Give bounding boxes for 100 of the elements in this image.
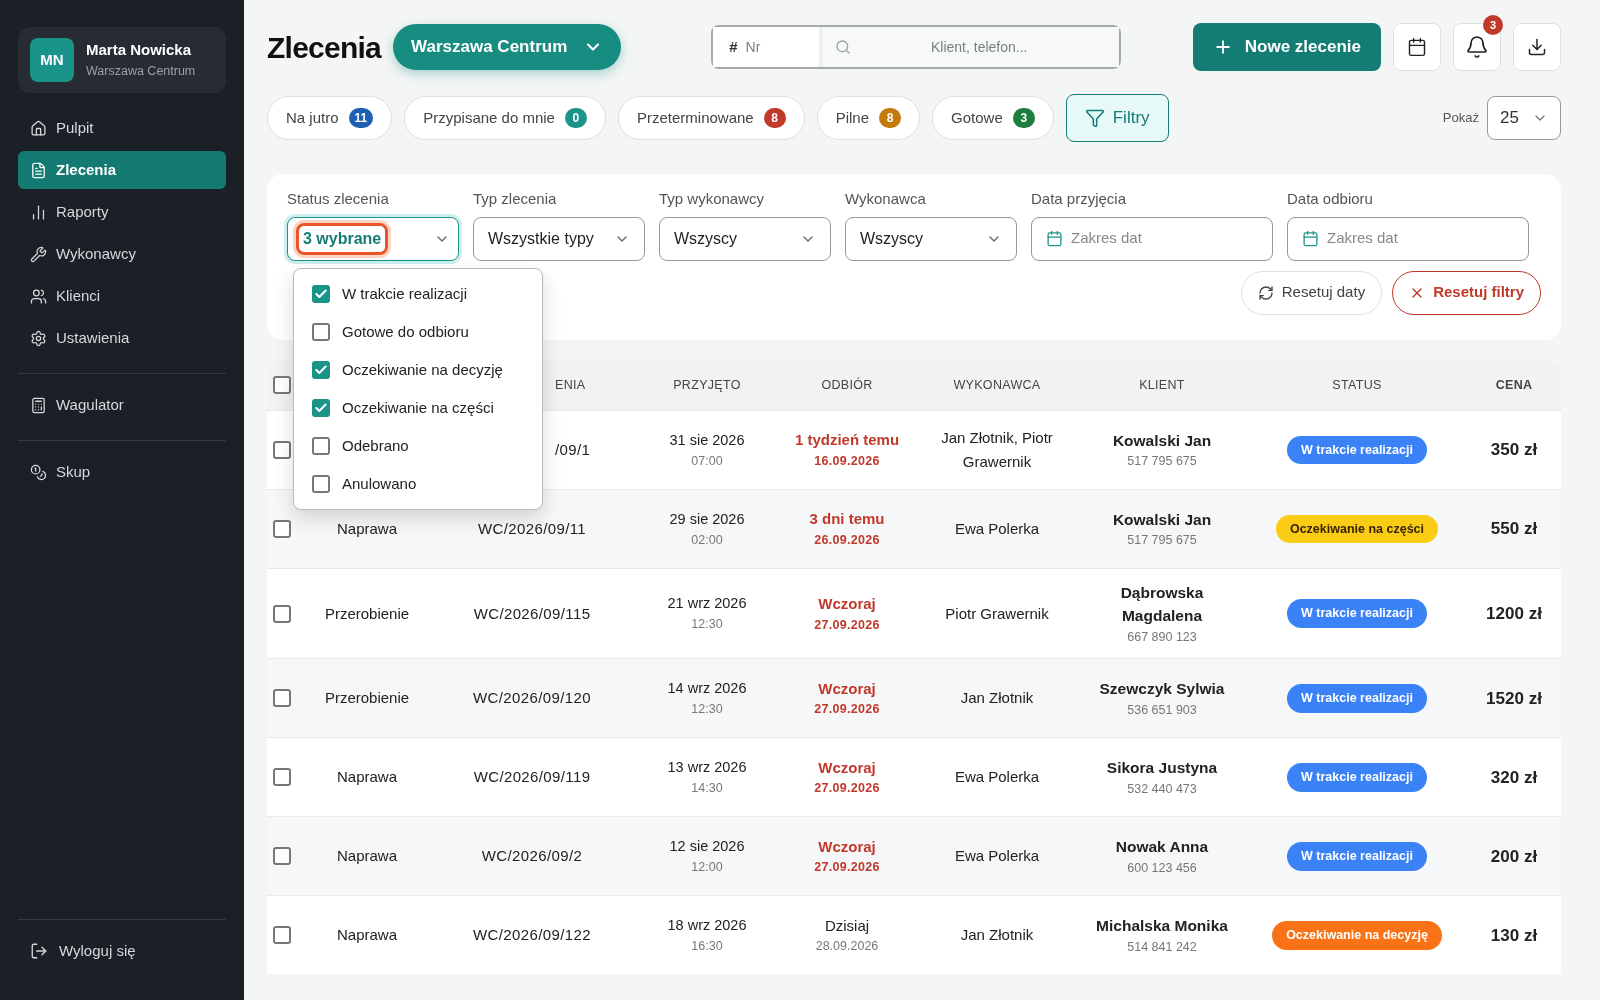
nav-item[interactable]: Pulpit — [18, 109, 226, 147]
filter-label: Typ zlecenia — [473, 189, 558, 209]
table-cell: 320 zł — [1490, 767, 1538, 787]
nav-item[interactable]: Klienci — [18, 277, 226, 315]
client-phone: 667 890 123 — [1127, 628, 1197, 646]
status-option[interactable]: Gotowe do odbioru — [294, 313, 542, 351]
checkbox[interactable] — [312, 437, 330, 455]
row-checkbox[interactable] — [273, 441, 291, 459]
checkbox[interactable] — [312, 323, 330, 341]
download-icon — [1527, 37, 1547, 57]
nav-item[interactable]: Wagulator — [18, 386, 226, 424]
document-icon — [30, 161, 47, 179]
table-cell: 200 zł — [1490, 846, 1538, 866]
number-placeholder: Nr — [745, 37, 761, 57]
status-badge: W trakcie realizacji — [1287, 435, 1427, 465]
row-checkbox[interactable] — [273, 604, 291, 623]
client-name: Kowalski Jan — [1112, 431, 1212, 451]
table-cell-text: 12:30 — [691, 700, 723, 718]
nav-item[interactable]: Ustawienia — [18, 319, 226, 357]
count-badge: 8 — [763, 108, 786, 128]
table-cell-text: 07:00 — [691, 452, 723, 470]
nav-item[interactable]: Skup — [18, 453, 226, 491]
checkbox[interactable] — [312, 475, 330, 493]
select-all-checkbox[interactable] — [273, 376, 291, 394]
filter-label: Typ wykonawcy — [659, 189, 766, 209]
checkbox[interactable] — [312, 285, 330, 303]
filter-select[interactable]: Wszystkie typy — [473, 216, 645, 261]
order-number-field[interactable]: # Nr — [713, 27, 824, 67]
wrench-icon — [30, 245, 47, 263]
count-badge: 8 — [879, 108, 902, 128]
filter-label: Data przyjęcia — [1031, 189, 1128, 209]
filter-label: Wykonawca — [845, 189, 927, 209]
status-option[interactable]: Odebrano — [294, 427, 542, 465]
column-header: WYKONAWCA — [953, 377, 1041, 392]
table-cell-text: Dzisiaj — [824, 915, 870, 936]
checkbox[interactable] — [312, 361, 330, 379]
location-selector[interactable]: Warszawa Centrum — [393, 24, 622, 70]
reset-filters-button[interactable]: Resetuj filtry — [1392, 270, 1541, 315]
table-cell-text: 02:00 — [691, 531, 723, 549]
page-size-select[interactable]: 25 — [1487, 96, 1561, 140]
row-checkbox[interactable] — [273, 847, 291, 866]
calculator-icon — [30, 396, 47, 414]
quick-filter-chip[interactable]: Na jutro 11 — [267, 96, 393, 140]
table-cell: WC/2026/09/120 — [473, 689, 591, 707]
status-badge: W trakcie realizacji — [1287, 841, 1427, 871]
table-cell: 1520 zł — [1486, 688, 1542, 708]
logout-icon — [30, 942, 48, 960]
filter-label: Status zlecenia — [287, 189, 390, 209]
client-search-field[interactable]: Klient, telefon... — [823, 27, 1120, 67]
table-cell: Ewa Polerka — [954, 847, 1040, 865]
table-cell: Przerobienie — [324, 604, 410, 622]
filter-select[interactable]: 3 wybrane — [287, 216, 459, 261]
table-row[interactable]: Przerobienie WC/2026/09/115 21 wrz 2026 12:30 Wczoraj 27.09.2026 Piotr Grawernik Dąbrowska Magdalena 667 890 123 W trakcie realizacji 1200 zł — [267, 568, 1561, 659]
table-cell-text: 31 sie 2026 — [669, 430, 745, 450]
funnel-icon — [1084, 108, 1105, 128]
row-checkbox[interactable] — [273, 926, 291, 945]
table-cell: WC/2026/09/11 — [478, 520, 586, 537]
status-badge: W trakcie realizacji — [1287, 599, 1427, 628]
filter-select[interactable]: Wszyscy — [845, 216, 1017, 261]
date-range-field[interactable]: Zakres dat — [1287, 216, 1529, 261]
table-cell: 1200 zł — [1486, 603, 1542, 623]
table-row[interactable]: Naprawa WC/2026/09/119 13 wrz 2026 14:30 Wczoraj 27.09.2026 Ewa Polerka Sikora Justyna 532 440 473 W trakcie realizacji 320 zł — [267, 737, 1561, 817]
new-order-button[interactable]: Nowe zlecenie — [1192, 23, 1381, 71]
status-badge: Oczekiwanie na decyzję — [1272, 920, 1442, 950]
reset-dates-button[interactable]: Resetuj daty — [1240, 270, 1383, 315]
checkbox[interactable] — [312, 399, 330, 417]
quick-filter-chip[interactable]: Gotowe 3 — [932, 96, 1054, 140]
table-row[interactable]: Naprawa WC/2026/09/122 18 wrz 2026 16:30 Dzisiaj 28.09.2026 Jan Złotnik Michalska Monika 514 841 242 Oczekiwanie na decyzję 130 zł — [267, 895, 1561, 975]
quick-filter-chip[interactable]: Przypisane do mnie 0 — [404, 96, 606, 140]
quick-filter-chip[interactable]: Pilne 8 — [816, 96, 921, 140]
row-checkbox[interactable] — [273, 689, 291, 708]
notifications-button[interactable] — [1453, 23, 1501, 71]
client-phone: 536 651 903 — [1127, 701, 1197, 719]
calendar-button[interactable] — [1393, 23, 1441, 71]
nav-item[interactable]: Raporty — [18, 193, 226, 231]
check-icon — [314, 287, 328, 301]
date-range-field[interactable]: Zakres dat — [1031, 216, 1273, 261]
column-header: KLIENT — [1139, 377, 1185, 392]
status-badge: W trakcie realizacji — [1287, 683, 1427, 713]
filters-button[interactable]: Filtry — [1065, 94, 1169, 142]
check-icon — [314, 401, 328, 415]
table-cell: WC/2026/09/119 — [473, 768, 591, 786]
filter-select[interactable]: Wszyscy — [659, 216, 831, 261]
column-header: STATUS — [1332, 377, 1382, 392]
status-option[interactable]: W trakcie realizacji — [294, 275, 542, 313]
download-button[interactable] — [1513, 23, 1561, 71]
count-badge: 11 — [348, 108, 374, 128]
table-cell-text: 27.09.2026 — [814, 616, 880, 634]
table-cell-text: 26.09.2026 — [814, 531, 880, 549]
nav-item[interactable]: Wykonawcy — [18, 235, 226, 273]
table-cell: Przerobienie — [324, 689, 410, 707]
nav-item[interactable]: Zlecenia — [18, 151, 226, 189]
row-checkbox[interactable] — [273, 520, 291, 538]
table-cell: Naprawa — [337, 520, 397, 537]
table-cell: Naprawa — [337, 926, 397, 944]
status-option[interactable]: Oczekiwanie na decyzję — [294, 351, 542, 389]
quick-filter-chip[interactable]: Przeterminowane 8 — [617, 96, 805, 140]
client-name: Nowak Anna — [1115, 837, 1209, 858]
logout-link[interactable]: Wyloguj się — [18, 932, 226, 970]
row-checkbox[interactable] — [273, 768, 291, 787]
